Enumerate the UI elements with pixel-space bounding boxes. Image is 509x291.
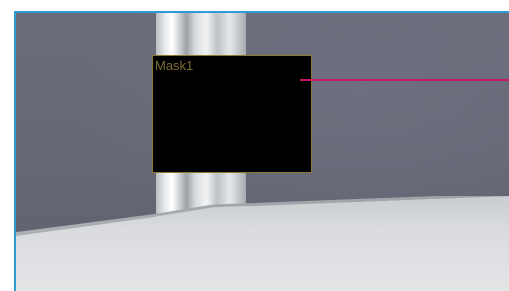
camera-viewport[interactable]: Mask1	[14, 11, 509, 291]
camera-view-frame: Mask1	[0, 0, 509, 291]
privacy-mask-label: Mask1	[155, 58, 194, 73]
guide-line[interactable]	[300, 79, 509, 81]
privacy-mask-region[interactable]: Mask1	[152, 55, 312, 173]
